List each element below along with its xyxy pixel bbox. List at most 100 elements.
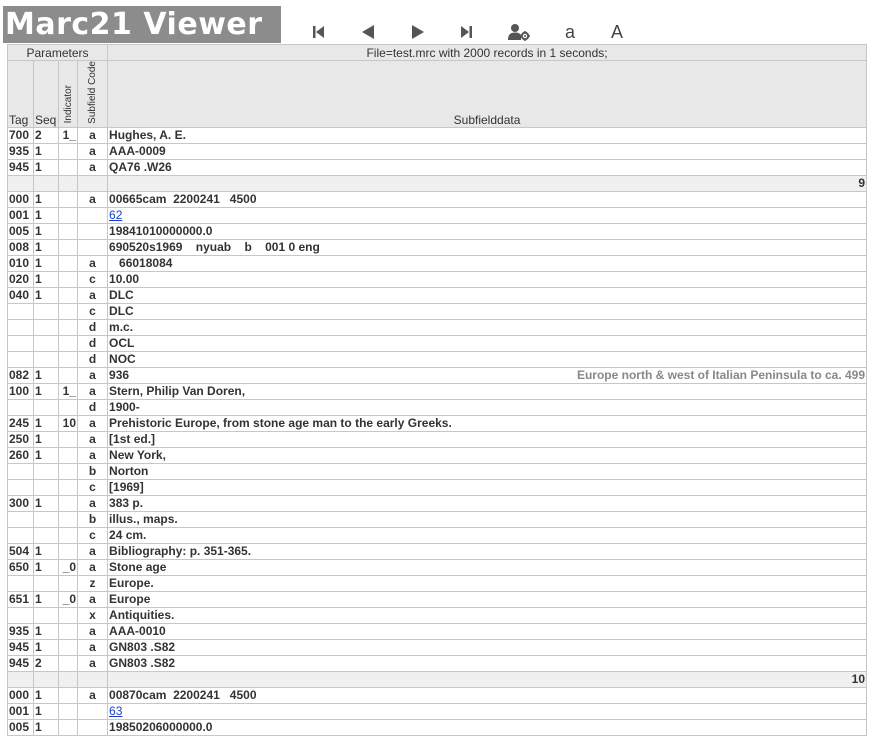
table-row: 260 1 a New York, [7,446,868,464]
indicator-cell [58,446,78,464]
seq-cell: 1 [33,206,59,224]
subfield-data-cell: Norton [107,462,868,480]
subfield-data-text: [1969] [109,480,144,495]
previous-record-button[interactable] [357,20,379,44]
table-row: 001 1 62 [7,206,868,224]
table-row: 082 1 a Europe north & west of Italian Peni… [7,366,868,384]
table-row: 945 2 a GN803 .S82 [7,654,868,672]
font-larger-button[interactable]: A [607,20,627,44]
font-smaller-button[interactable]: a [560,20,580,44]
subfield-data-cell: illus., maps. [107,510,868,528]
tag-cell: 260 [7,446,34,464]
table-row: 100 1 1_ a Stern, Philip Van Doren, [7,382,868,400]
subfield-data-text: [1st ed.] [109,432,156,447]
indicator-cell [58,254,78,272]
subfield-data-text: GN803 .S82 [109,656,176,671]
seq-cell [33,462,59,480]
subfield-data-text: Norton [109,464,149,479]
subfield-data-text: 00870cam 2200241 4500 [109,688,257,703]
indicator-cell [58,494,78,512]
tag-cell: 005 [7,222,34,240]
subfield-data-cell: Antiquities. [107,606,868,624]
first-record-button[interactable] [308,20,330,44]
subfield-code-cell [76,702,109,720]
subfield-data-text: QA76 .W26 [109,160,172,175]
subfield-code-cell: c [76,526,109,544]
seq-cell [33,350,59,368]
indicator-cell [58,702,78,720]
tag-cell [7,318,34,336]
column-subfielddata: Subfielddata [107,60,868,128]
indicator-cell: _0 [58,558,78,576]
subfield-data-cell: 63 [107,702,868,720]
seq-cell: 1 [33,590,59,608]
indicator-cell [58,222,78,240]
tag-cell [7,398,34,416]
control-number-link[interactable]: 63 [109,704,122,718]
tag-cell: 010 [7,254,34,272]
subfield-code-cell: a [76,142,109,160]
subfield-data-cell: m.c. [107,318,868,336]
column-tag: Tag [7,60,34,128]
seq-cell: 2 [33,654,59,672]
subfield-code-cell: c [76,478,109,496]
tag-cell: 245 [7,414,34,432]
subfield-code-cell: a [76,558,109,576]
subfield-data-text: OCL [109,336,135,351]
seq-cell [33,318,59,336]
seq-cell: 1 [33,414,59,432]
marc-records-table: Parameters File=test.mrc with 2000 recor… [6,44,868,736]
subfield-code-cell: a [76,126,109,144]
subfield-data-text: 1900- [109,400,140,415]
separator-cell [58,174,78,192]
subfield-code-cell: b [76,510,109,528]
seq-cell: 1 [33,622,59,640]
parameters-header: Parameters [6,44,109,61]
tag-cell [7,574,34,592]
next-record-icon [412,25,424,39]
user-settings-button[interactable] [506,20,532,44]
subfield-data-cell: 10.00 [107,270,868,288]
subfield-data-text: Prehistoric Europe, from stone age man t… [109,416,452,431]
table-row: 945 1 a GN803 .S82 [7,638,868,656]
last-record-button[interactable] [455,20,477,44]
tag-cell: 700 [7,126,34,144]
tag-cell: 020 [7,270,34,288]
subfield-code-cell: a [76,446,109,464]
subfield-data-text: DLC [109,288,134,303]
indicator-cell: 1_ [58,382,78,400]
subfield-data-cell: GN803 .S82 [107,638,868,656]
table-row: 000 1 a 00665cam 2200241 4500 [7,190,868,208]
control-number-link[interactable]: 62 [109,208,122,222]
column-tag-label: Tag [9,112,29,127]
indicator-cell: _0 [58,590,78,608]
tag-cell [7,606,34,624]
subfield-data-cell: Prehistoric Europe, from stone age man t… [107,414,868,432]
tag-cell: 082 [7,366,34,384]
separator-cell [58,670,78,688]
seq-cell [33,574,59,592]
seq-cell [33,606,59,624]
subfield-code-cell: a [76,254,109,272]
subfield-code-cell: a [76,686,109,704]
table-header-columns: Tag Seq Indicator Subfield Code Subfield… [7,60,868,128]
table-row: 001 1 63 [7,702,868,720]
table-row: 245 1 10 a Prehistoric Europe, from stone ag… [7,414,868,432]
subfield-code-cell: d [76,350,109,368]
next-record-button[interactable] [407,20,429,44]
subfield-data-text: Hughes, A. E. [109,128,186,143]
table-row: d 1900- [7,398,868,416]
table-row: 700 2 1_ a Hughes, A. E. [7,126,868,144]
table-row: 008 1 690520s1969 nyuab b 001 0 eng [7,238,868,256]
indicator-cell [58,638,78,656]
table-row: 000 1 a 00870cam 2200241 4500 [7,686,868,704]
subfield-data-cell: DLC [107,286,868,304]
indicator-cell [58,398,78,416]
separator-cell [7,670,34,688]
last-record-icon [461,26,472,38]
indicator-cell: 10 [58,414,78,432]
indicator-cell [58,142,78,160]
subfield-data-cell: 00665cam 2200241 4500 [107,190,868,208]
subfield-code-cell: a [76,430,109,448]
tag-cell: 650 [7,558,34,576]
